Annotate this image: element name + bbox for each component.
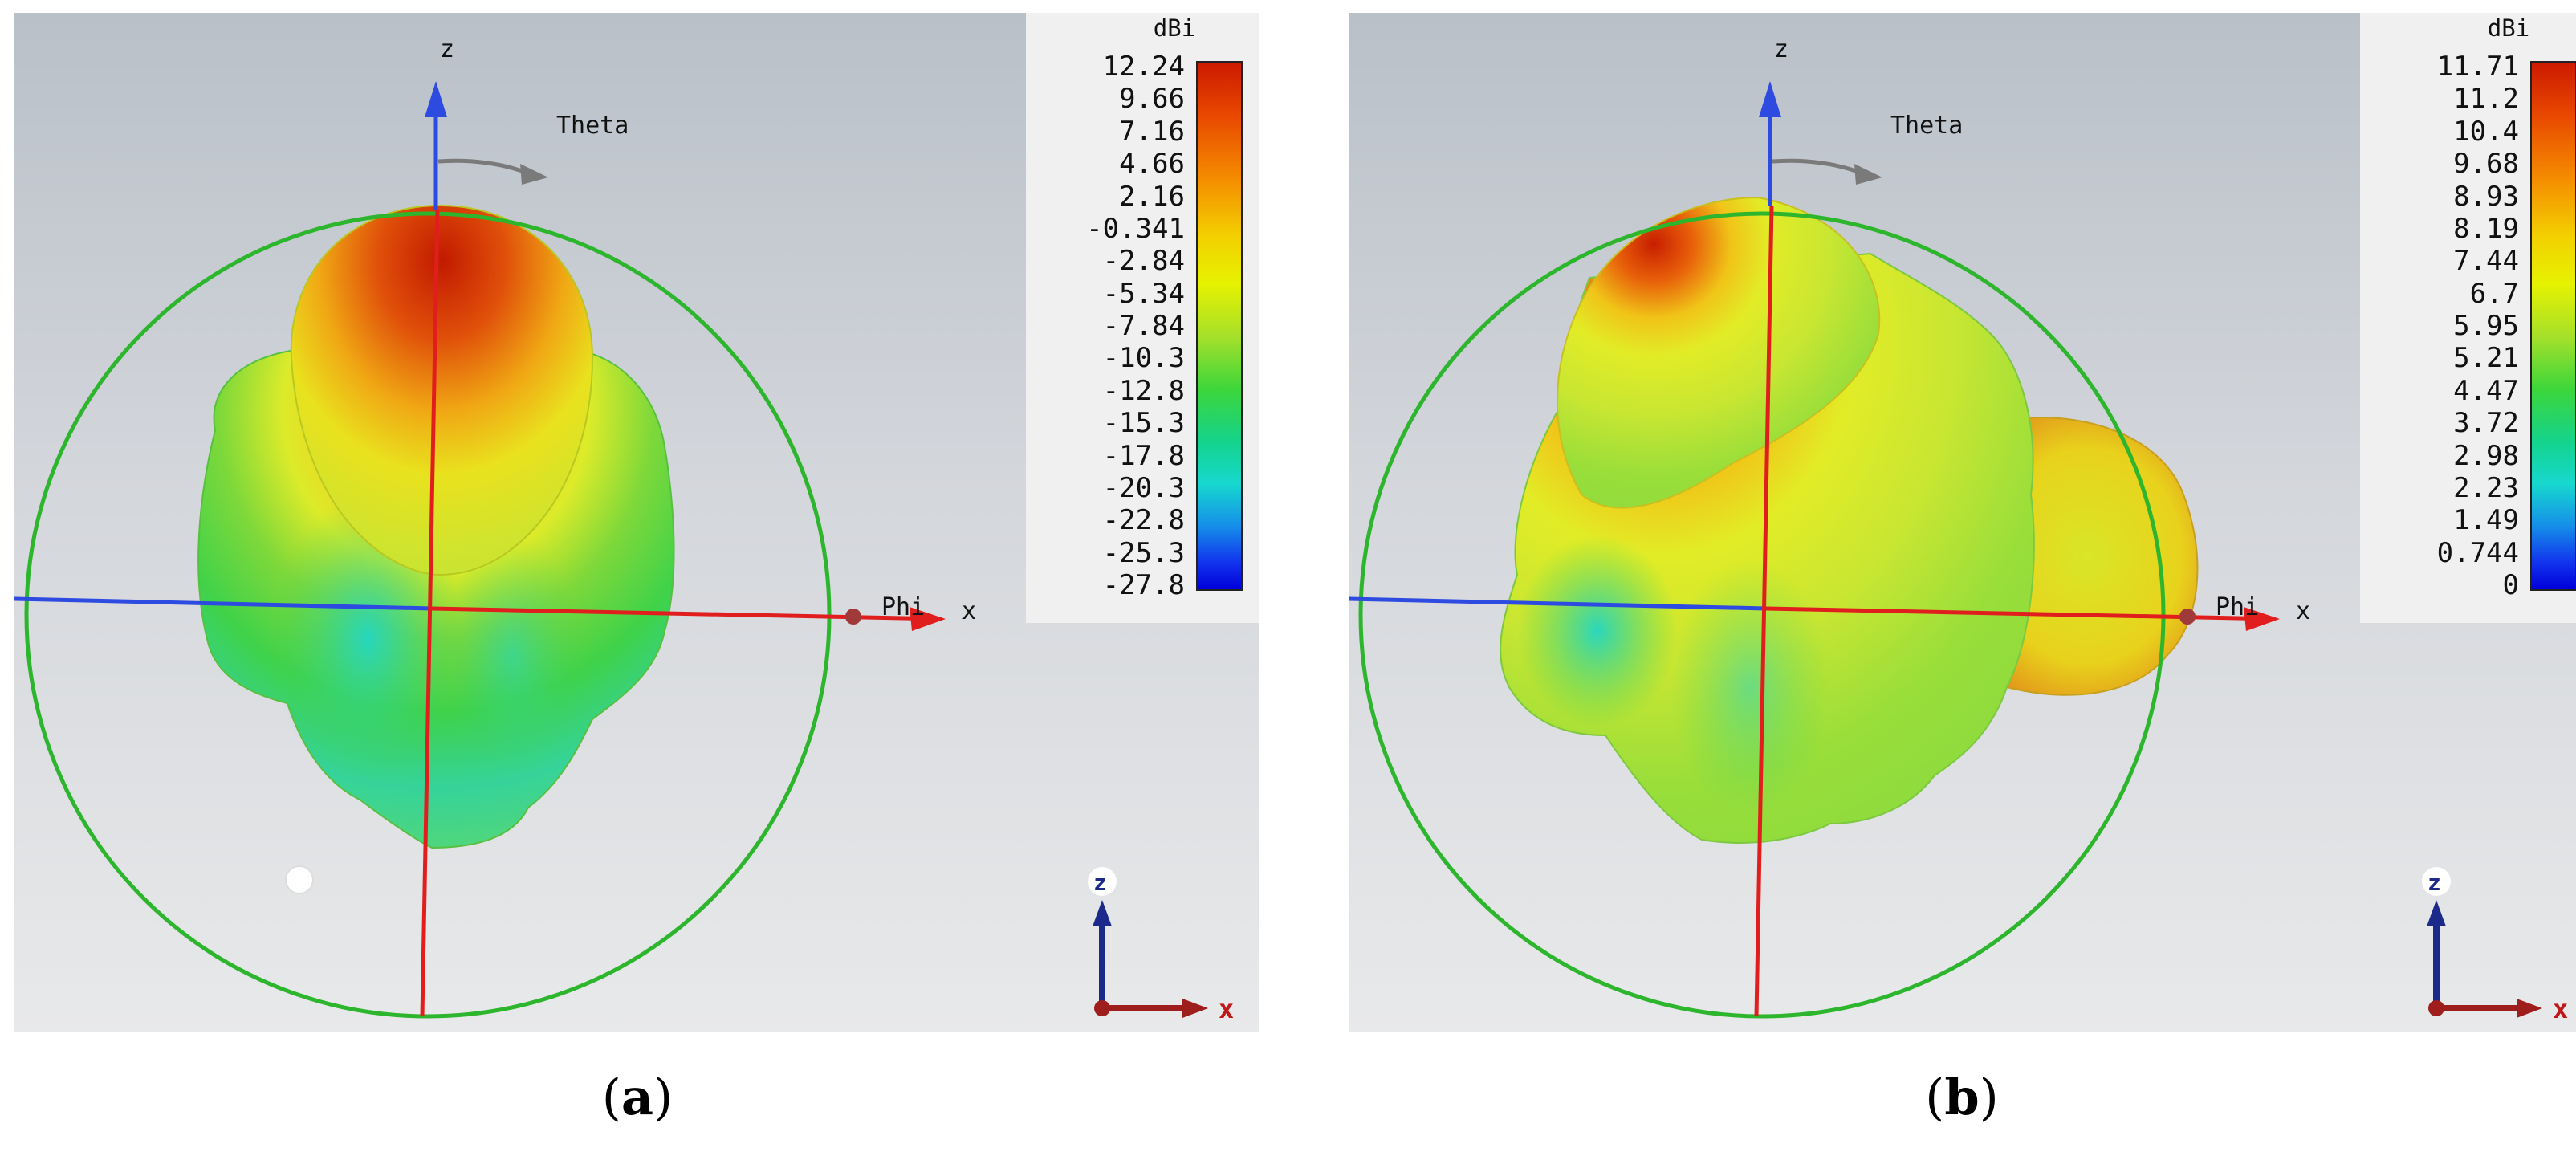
axis-label-z-a: z [440,35,454,63]
pattern-scene-b: z Theta Phi x [1349,35,2310,1019]
axis-label-theta-b: Theta [1890,112,1963,140]
legend-tick: 6.7 [2469,277,2519,310]
colorbar-a [1196,61,1243,591]
legend-tick: -7.84 [1102,310,1185,342]
theta-arrow-b [1772,158,1863,176]
phi-marker-b [2179,609,2196,625]
legend-tick: 10.4 [2453,115,2519,148]
theta-arrow-a [437,158,529,176]
panel-caption-a: (a) [557,1068,718,1126]
colorbar-b [2530,61,2576,591]
triad-z-badge-b [2422,867,2451,896]
axis-label-phi-a: Phi [881,593,925,621]
triad-label-x-b: x [2553,994,2568,1024]
z-axis-arrowhead-a [425,81,447,117]
legend-tick: -5.34 [1102,277,1185,310]
legend-tick: -2.84 [1102,245,1185,278]
legend-tick: 3.72 [2453,407,2519,440]
caption-close-paren-b: ) [1979,1068,1999,1126]
legend-tick: 7.44 [2453,245,2519,278]
legend-tick: 2.98 [2453,439,2519,472]
theta-arrowhead-a [520,164,548,185]
caption-close-paren-a: ) [653,1068,674,1126]
pattern-scene-a: z Theta Phi x [14,35,976,1019]
radiation-pattern-panel-a: z Theta Phi x z x dBi 12.24 9.66 7.16 4.66 2… [14,13,1259,1032]
low-gain-region-b2 [1670,559,1830,816]
axis-label-x-b: x [2296,597,2310,625]
legend-tick: 2.16 [1119,180,1185,213]
legend-tick: 9.66 [1119,83,1185,116]
legend-tick: 7.16 [1119,115,1185,148]
triad-x-arrowhead-a [1182,999,1208,1018]
triad-label-x-a: x [1219,994,1234,1024]
legend-tick: -22.8 [1102,504,1185,537]
radiation-pattern-panel-b: z Theta Phi x z x dBi 11.71 11.2 10.4 9.68 8… [1349,13,2576,1032]
axis-label-x-a: x [962,597,976,625]
caption-letter-b: b [1944,1068,1980,1126]
axis-label-phi-b: Phi [2216,593,2259,621]
legend-tick: 5.95 [2453,310,2519,342]
triad-z-arrowhead-b [2427,900,2446,926]
legend-tick: -15.3 [1102,407,1185,440]
phi-marker-a [845,609,861,625]
triad-origin-b [2428,1000,2444,1016]
axis-label-z-b: z [1774,35,1789,63]
legend-tick: 12.24 [1102,51,1185,83]
orientation-triad-a [285,865,314,894]
caption-open-paren-a: ( [601,1068,621,1126]
legend-tick: 8.19 [2453,212,2519,245]
legend-unit-b: dBi [2487,14,2530,42]
legend-tick: 0.744 [2436,536,2519,569]
z-axis-arrowhead-b [1759,81,1781,117]
legend-tick: 1.49 [2453,504,2519,537]
triad-z-arrowhead-a [1093,900,1112,926]
triad-label-z-b: z [2427,869,2441,896]
legend-tick: -10.3 [1102,342,1185,375]
legend-tick: 2.23 [2453,471,2519,504]
legend-ticks-b: 11.71 11.2 10.4 9.68 8.93 8.19 7.44 6.7 5.95 5.21… [2366,53,2519,599]
color-legend-a: dBi 12.24 9.66 7.16 4.66 2.16 -0.341 -2.84 -5.3… [1026,13,1259,623]
legend-tick: 9.68 [2453,148,2519,181]
theta-arrowhead-b [1854,164,1882,185]
color-legend-b: dBi 11.71 11.2 10.4 9.68 8.93 8.19 7.44 6.7 5.95… [2360,13,2576,623]
triad-z-badge-a [1088,867,1117,896]
legend-tick: 0 [2502,569,2519,601]
legend-tick: 5.21 [2453,342,2519,375]
legend-tick: -27.8 [1102,569,1185,601]
low-gain-region-b [1517,535,1678,727]
legend-tick: -0.341 [1086,212,1185,245]
caption-letter-a: a [621,1068,654,1126]
legend-tick: -20.3 [1102,471,1185,504]
triad-label-z-a: z [1093,869,1107,896]
legend-unit-a: dBi [1153,14,1196,42]
panel-caption-b: (b) [1882,1068,2042,1126]
legend-tick: 11.71 [2436,51,2519,83]
legend-ticks-a: 12.24 9.66 7.16 4.66 2.16 -0.341 -2.84 -5.34 -7.… [1032,53,1185,599]
legend-tick: 11.2 [2453,83,2519,116]
legend-tick: -17.8 [1102,439,1185,472]
legend-tick: -12.8 [1102,374,1185,407]
legend-tick: -25.3 [1102,536,1185,569]
caption-open-paren-b: ( [1925,1068,1945,1126]
legend-tick: 4.66 [1119,148,1185,181]
axis-label-theta-a: Theta [556,112,629,140]
legend-tick: 4.47 [2453,374,2519,407]
triad-origin-a [1094,1000,1110,1016]
triad-x-arrowhead-b [2517,999,2542,1018]
legend-tick: 8.93 [2453,180,2519,213]
